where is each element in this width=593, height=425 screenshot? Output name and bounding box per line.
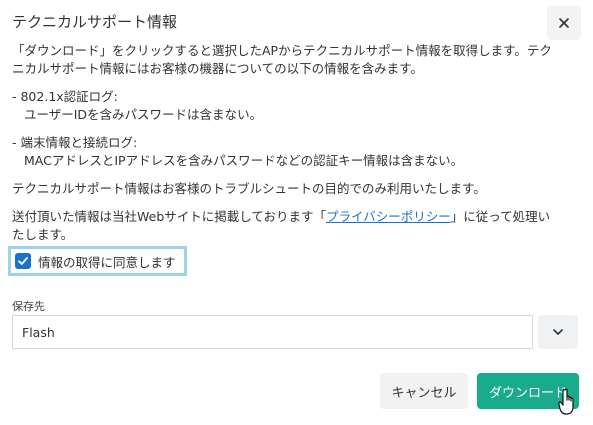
item-terminal-detail: MACアドレスとIPアドレスを含みパスワードなどの認証キー情報は含まない。 (24, 153, 464, 168)
dialog-body: 「ダウンロード」をクリックすると選択したAPからテクニカルサポート情報を取得しま… (12, 42, 581, 244)
intro-line-2: ニカルサポート情報にはお客様の機器についての以下の情報を含みます。 (12, 61, 423, 76)
dialog-title: テクニカルサポート情報 (12, 13, 178, 31)
close-button[interactable] (547, 6, 581, 40)
consent-checkbox[interactable] (15, 253, 31, 269)
intro-text: 「ダウンロード」をクリックすると選択したAPからテクニカルサポート情報を取得しま… (12, 42, 581, 78)
privacy-text: 送付頂いた情報は当社Webサイトに掲載しております「プライバシーポリシー」に従っ… (12, 208, 581, 244)
cancel-button[interactable]: キャンセル (380, 373, 468, 409)
item-8021x-detail: ユーザーIDを含みパスワードは含まない。 (24, 107, 263, 122)
item-8021x-title: - 802.1x認証ログ: (12, 89, 118, 104)
tech-support-dialog: テクニカルサポート情報 「ダウンロード」をクリックすると選択したAPからテクニカ… (0, 0, 593, 425)
privacy-policy-link[interactable]: プライバシーポリシー (326, 209, 451, 224)
destination-dropdown-button[interactable] (538, 315, 578, 349)
item-terminal-title: - 端末情報と接続ログ: (12, 135, 138, 150)
checkmark-icon (18, 257, 28, 265)
destination-label: 保存先 (12, 300, 45, 313)
download-button[interactable]: ダウンロード (477, 373, 579, 409)
chevron-down-icon (553, 329, 563, 335)
privacy-text-before: 送付頂いた情報は当社Webサイトに掲載しております「 (12, 209, 327, 224)
privacy-text-after: 」に従って処理い (450, 209, 551, 224)
purpose-text: テクニカルサポート情報はお客様のトラブルシュートの目的でのみ利用いたします。 (12, 181, 486, 196)
privacy-text-line-2: たします。 (12, 227, 74, 242)
destination-select[interactable]: Flash (12, 315, 533, 349)
consent-label[interactable]: 情報の取得に同意します (38, 252, 176, 271)
dialog-header: テクニカルサポート情報 (0, 0, 593, 44)
consent-checkbox-container[interactable]: 情報の取得に同意します (8, 246, 187, 276)
close-icon (559, 18, 569, 28)
intro-line-1: 「ダウンロード」をクリックすると選択したAPからテクニカルサポート情報を取得しま… (12, 43, 552, 58)
destination-selected-value: Flash (22, 324, 55, 340)
